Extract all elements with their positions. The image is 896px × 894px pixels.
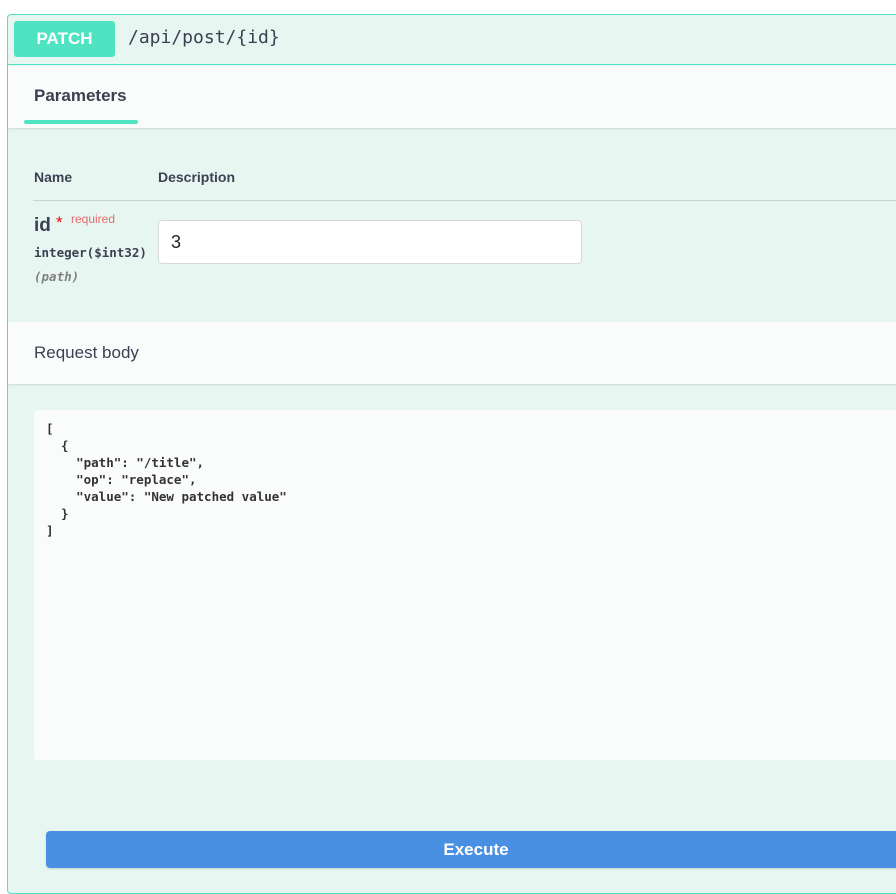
id-input[interactable]: 3 [158, 220, 582, 264]
column-header-description: Description [158, 169, 235, 185]
method-badge: PATCH [14, 21, 115, 57]
active-tab-indicator [24, 120, 138, 124]
parameter-type: integer($int32) [34, 245, 147, 260]
required-star-icon: * [56, 213, 63, 233]
operation-block-patch: PATCH /api/post/{id} Parameters Name Des… [7, 14, 896, 894]
request-body-header: Request body [8, 322, 896, 384]
parameters-header: Parameters [8, 66, 896, 128]
execute-button[interactable]: Execute [46, 831, 896, 868]
operation-summary[interactable]: PATCH /api/post/{id} [8, 15, 896, 65]
required-label: required [71, 212, 115, 226]
request-body-editor[interactable]: [ { "path": "/title", "op": "replace", "… [34, 410, 896, 760]
request-body-title: Request body [34, 343, 139, 363]
column-header-name: Name [34, 169, 72, 185]
endpoint-path: /api/post/{id} [128, 27, 280, 48]
tab-parameters[interactable]: Parameters [34, 86, 127, 106]
parameter-location: (path) [34, 269, 79, 284]
parameter-name: id [34, 215, 51, 237]
column-divider [33, 200, 896, 201]
